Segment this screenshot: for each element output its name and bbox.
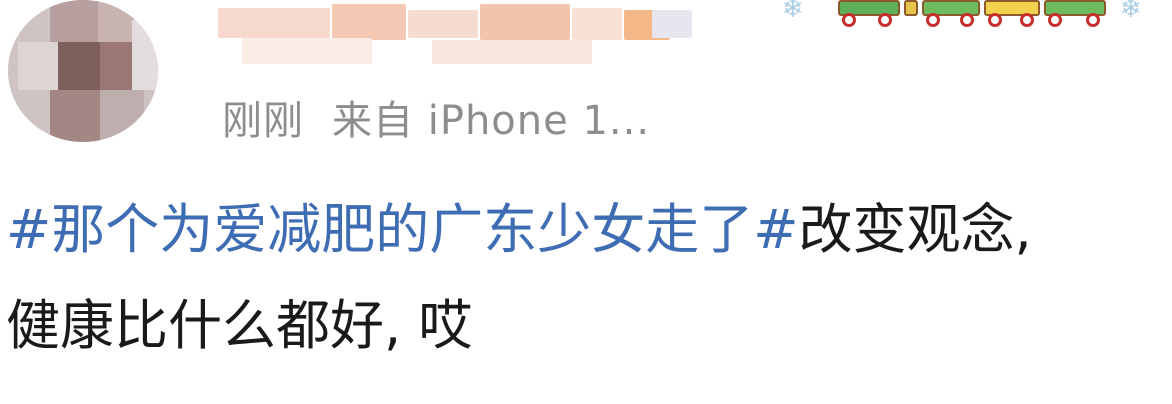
- topic-link[interactable]: #那个为爱减肥的广东少女走了#: [6, 198, 799, 261]
- snowflake-icon: ❄: [782, 0, 804, 24]
- username-blurred[interactable]: [212, 4, 712, 74]
- train-car-icon: [904, 0, 918, 16]
- post-line-2: 健康比什么都好, 哎: [0, 278, 1172, 374]
- post-line-1: #那个为爱减肥的广东少女走了#改变观念,: [0, 182, 1172, 278]
- badge-decoration: ❄ ❄: [780, 0, 1172, 30]
- post-meta: 刚刚 来自 iPhone 1...: [222, 88, 650, 146]
- post-text: 改变观念,: [798, 198, 1032, 261]
- post-source[interactable]: 来自 iPhone 1...: [332, 98, 650, 144]
- post-text: 健康比什么都好, 哎: [6, 294, 473, 357]
- avatar[interactable]: [8, 0, 158, 142]
- post-body: #那个为爱减肥的广东少女走了#改变观念, 健康比什么都好, 哎: [0, 182, 1172, 374]
- snowflake-icon: ❄: [1120, 0, 1142, 24]
- post-time: 刚刚: [222, 98, 304, 144]
